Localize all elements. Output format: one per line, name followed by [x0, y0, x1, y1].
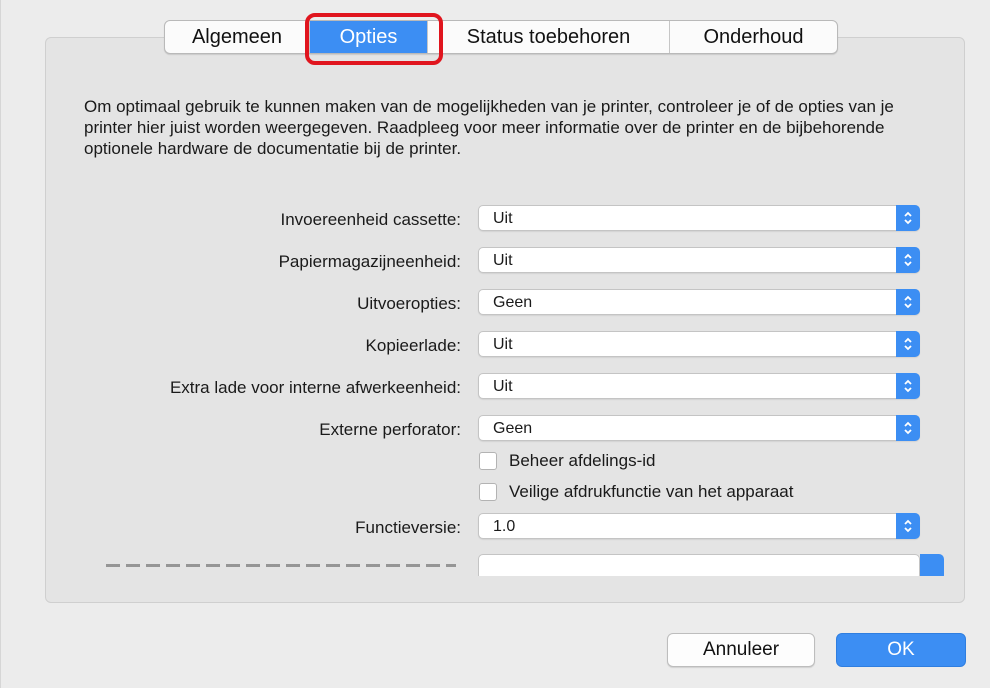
- option-label: Kopieerlade:: [365, 336, 461, 355]
- department-id-checkbox[interactable]: [479, 452, 497, 470]
- updown-chevron-icon: [896, 205, 920, 231]
- option-label: Externe perforator:: [319, 420, 461, 439]
- department-id-checkbox-row[interactable]: Beheer afdelings-id: [479, 450, 655, 472]
- scroll-clipped-row: [46, 552, 964, 576]
- select-value: Geen: [493, 294, 533, 311]
- function-version-select[interactable]: 1.0: [478, 513, 920, 539]
- option-row-output: Uitvoeropties:: [41, 291, 461, 317]
- updown-chevron-icon: [896, 373, 920, 399]
- select-value: Uit: [493, 252, 513, 269]
- printer-options-dialog: Algemeen Opties Status toebehoren Onderh…: [0, 0, 990, 688]
- option-row-copy-tray: Kopieerlade:: [41, 333, 461, 359]
- select-value: Uit: [493, 378, 513, 395]
- cassette-select[interactable]: Uit: [478, 205, 920, 231]
- option-label: Invoereenheid cassette:: [280, 210, 461, 229]
- tab-bar: Algemeen Opties Status toebehoren Onderh…: [164, 20, 838, 54]
- option-label: Functieversie:: [355, 518, 461, 537]
- updown-chevron-icon: [896, 513, 920, 539]
- select-value: Uit: [493, 336, 513, 353]
- option-label: Uitvoeropties:: [357, 294, 461, 313]
- external-puncher-select[interactable]: Geen: [478, 415, 920, 441]
- tab-algemeen[interactable]: Algemeen: [165, 21, 310, 53]
- tab-highlight-annotation: [305, 13, 443, 65]
- select-value: 1.0: [493, 518, 516, 535]
- option-row-paper-deck: Papiermagazijneenheid:: [41, 249, 461, 275]
- tab-status-toebehoren[interactable]: Status toebehoren: [428, 21, 670, 53]
- option-row-inner-finisher: Extra lade voor interne afwerkeenheid:: [41, 375, 461, 401]
- updown-chevron-icon: [896, 247, 920, 273]
- updown-chevron-icon: [896, 415, 920, 441]
- option-row-puncher: Externe perforator:: [41, 417, 461, 443]
- select-value: Geen: [493, 420, 533, 437]
- option-label: Papiermagazijneenheid:: [278, 252, 461, 271]
- updown-chevron-icon: [896, 289, 920, 315]
- secure-print-checkbox[interactable]: [479, 483, 497, 501]
- select-value: Uit: [493, 210, 513, 227]
- updown-chevron-icon: [896, 331, 920, 357]
- description-text: Om optimaal gebruik te kunnen maken van …: [84, 97, 894, 158]
- ok-button[interactable]: OK: [836, 633, 966, 667]
- secure-print-checkbox-row[interactable]: Veilige afdrukfunctie van het apparaat: [479, 481, 793, 503]
- option-row-version: Functieversie:: [41, 515, 461, 541]
- output-options-select[interactable]: Geen: [478, 289, 920, 315]
- checkbox-label: Veilige afdrukfunctie van het apparaat: [509, 482, 794, 501]
- cancel-button[interactable]: Annuleer: [667, 633, 815, 667]
- paper-deck-select[interactable]: Uit: [478, 247, 920, 273]
- option-row-cassette: Invoereenheid cassette:: [41, 207, 461, 233]
- inner-finisher-tray-select[interactable]: Uit: [478, 373, 920, 399]
- copy-tray-select[interactable]: Uit: [478, 331, 920, 357]
- checkbox-label: Beheer afdelings-id: [509, 451, 656, 470]
- option-label: Extra lade voor interne afwerkeenheid:: [169, 378, 461, 397]
- tab-onderhoud[interactable]: Onderhoud: [670, 21, 837, 53]
